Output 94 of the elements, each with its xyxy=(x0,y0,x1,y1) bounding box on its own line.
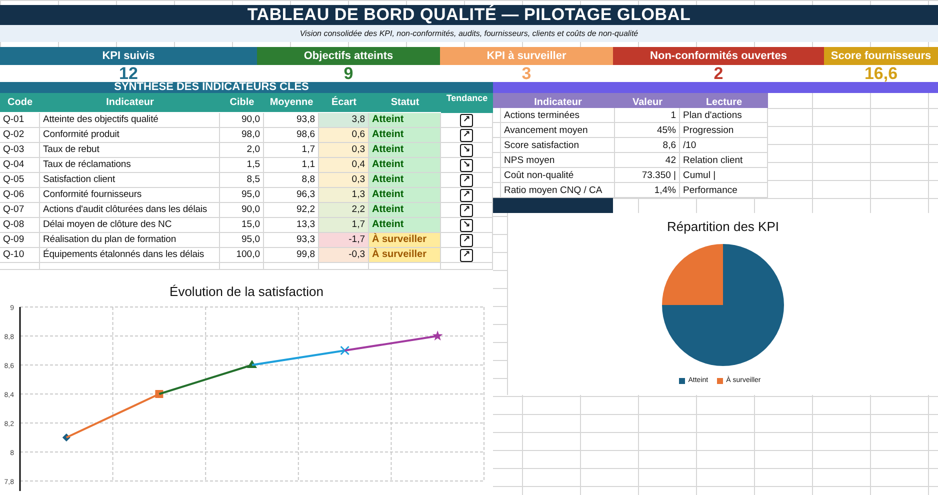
table-cell: Conformité fournisseurs xyxy=(40,188,220,203)
table-cell: Coût non-qualité xyxy=(501,168,615,183)
table-cell: 73.350 | xyxy=(615,168,680,183)
status-cell: Atteint xyxy=(369,218,441,233)
table-cell: 1,5 xyxy=(220,158,264,173)
status-cell: Atteint xyxy=(369,188,441,203)
table-cell: Q-08 xyxy=(0,218,40,233)
table-cell: Q-06 xyxy=(0,188,40,203)
status-cell: À surveiller xyxy=(369,248,441,263)
table-cell: Performance xyxy=(680,183,768,198)
status-cell: Atteint xyxy=(369,173,441,188)
table-cell: 0,3 xyxy=(319,143,369,158)
kpi-header: KPI suivis xyxy=(0,47,257,65)
kpi-value: 9 xyxy=(257,65,440,82)
column-header: Statut xyxy=(369,93,441,112)
table-cell: 90,0 xyxy=(220,203,264,218)
chart-title: Évolution de la satisfaction xyxy=(170,284,324,299)
table-cell: 95,0 xyxy=(220,233,264,248)
table-cell: 45% xyxy=(615,123,680,138)
table-cell: Q-07 xyxy=(0,203,40,218)
subtitle: Vision consolidée des KPI, non-conformités, audits, fournisseurs, clients et coûts de non-qualité xyxy=(0,25,938,42)
table-cell: Avancement moyen xyxy=(501,123,615,138)
table-cell: Q-01 xyxy=(0,113,40,128)
status-cell: Atteint xyxy=(369,143,441,158)
table-cell: 1 xyxy=(615,108,680,123)
column-header: Cible xyxy=(220,93,264,112)
kpi-header: Score fournisseurs xyxy=(824,47,938,65)
kpi-header: Non-conformités ouvertes xyxy=(613,47,824,65)
status-cell: Atteint xyxy=(369,113,441,128)
kpi-header: Objectifs atteints xyxy=(257,47,440,65)
table-cell: 2,0 xyxy=(220,143,264,158)
table-cell: Q-10 xyxy=(0,248,40,263)
kpi-value: 12 xyxy=(0,65,257,82)
column-header: Indicateur xyxy=(40,93,220,112)
legend-swatch xyxy=(717,378,724,384)
column-header: Code xyxy=(0,93,40,112)
table-cell: Atteinte des objectifs qualité xyxy=(40,113,220,128)
status-cell: À surveiller xyxy=(369,233,441,248)
chart-title: Répartition des KPI xyxy=(666,219,779,234)
table-cell: Délai moyen de clôture des NC xyxy=(40,218,220,233)
table-cell: Conformité produit xyxy=(40,128,220,143)
table-cell: 95,0 xyxy=(220,188,264,203)
table-cell: Relation client xyxy=(680,153,768,168)
table-cell: 8,5 xyxy=(220,173,264,188)
table-cell: Q-02 xyxy=(0,128,40,143)
table-cell: Progression xyxy=(680,123,768,138)
kpi-header: KPI à surveiller xyxy=(440,47,613,65)
table-cell: Plan d'actions xyxy=(680,108,768,123)
table-cell: 2,2 xyxy=(319,203,369,218)
table-cell: -1,7 xyxy=(319,233,369,248)
table-cell: NPS moyen xyxy=(501,153,615,168)
table-cell: Ratio moyen CNQ / CA xyxy=(501,183,615,198)
column-header: Tendance xyxy=(441,93,493,113)
table-cell: 42 xyxy=(615,153,680,168)
table-cell: /10 xyxy=(680,138,768,153)
table-cell: 0,6 xyxy=(319,128,369,143)
table-cell: Équipements étalonnés dans les délais xyxy=(40,248,220,263)
table-cell: Réalisation du plan de formation xyxy=(40,233,220,248)
table-cell: Q-03 xyxy=(0,143,40,158)
table-cell: 0,3 xyxy=(319,173,369,188)
table-cell: 8,6 xyxy=(615,138,680,153)
column-header: Moyenne xyxy=(264,93,319,112)
status-cell: Atteint xyxy=(369,203,441,218)
table-cell: -0,3 xyxy=(319,248,369,263)
table-cell: Q-04 xyxy=(0,158,40,173)
table-cell: 1,7 xyxy=(319,218,369,233)
table-cell: 1,3 xyxy=(319,188,369,203)
table-cell: 90,0 xyxy=(220,113,264,128)
table-cell: Q-09 xyxy=(0,233,40,248)
section-title: SYNTHESE DES INDICATEURS CLES xyxy=(0,82,493,93)
status-cell: Atteint xyxy=(369,158,441,173)
kpi-value: 2 xyxy=(613,65,824,82)
table-cell: Taux de réclamations xyxy=(40,158,220,173)
table-cell: Actions d'audit clôturées dans les délais xyxy=(40,203,220,218)
point xyxy=(340,346,350,356)
table-cell: 100,0 xyxy=(220,248,264,263)
table-cell: 1,4% xyxy=(615,183,680,198)
kpi-value: 16,6 xyxy=(824,65,938,82)
table-cell: 15,0 xyxy=(220,218,264,233)
table-cell: 0,4 xyxy=(319,158,369,173)
point xyxy=(432,330,443,340)
dashboard-title: TABLEAU DE BORD QUALITÉ — PILOTAGE GLOBAL xyxy=(0,5,938,25)
kpi-value: 3 xyxy=(440,65,613,82)
table-cell: Taux de rebut xyxy=(40,143,220,158)
table-cell: Actions terminées xyxy=(501,108,615,123)
column-header: Écart xyxy=(319,93,369,112)
table-cell: 98,0 xyxy=(220,128,264,143)
table-cell: Cumul | xyxy=(680,168,768,183)
table-cell: 3,8 xyxy=(319,113,369,128)
table-cell: Q-05 xyxy=(0,173,40,188)
table-cell: Score satisfaction xyxy=(501,138,615,153)
legend-swatch xyxy=(679,378,686,384)
table-cell: Satisfaction client xyxy=(40,173,220,188)
status-cell: Atteint xyxy=(369,128,441,143)
